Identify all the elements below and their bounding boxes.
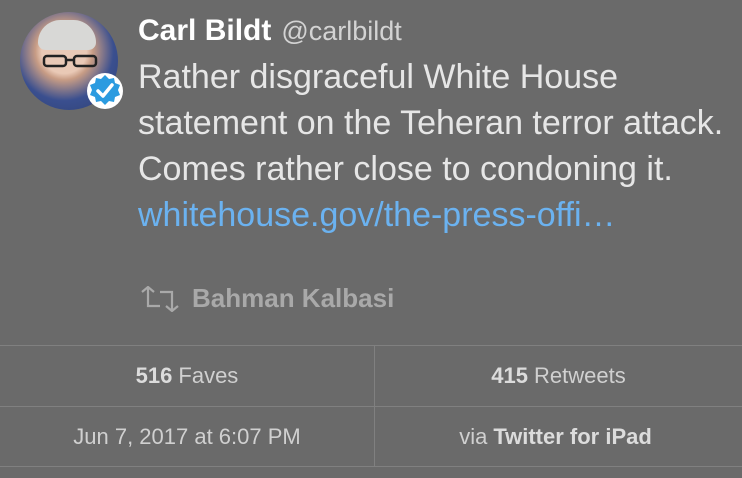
- retweets-stat[interactable]: 415 Retweets: [375, 346, 742, 406]
- via-prefix: via: [459, 423, 488, 449]
- avatar-glasses: [42, 54, 98, 68]
- tweet-header: Carl Bildt @carlbildt: [138, 14, 402, 48]
- retweets-label: Retweets: [534, 363, 626, 388]
- author-handle[interactable]: @carlbildt: [281, 16, 401, 47]
- tweet-body: Rather disgraceful White House statement…: [138, 58, 724, 188]
- faves-stat[interactable]: 516 Faves: [0, 346, 374, 406]
- verified-badge-icon: [87, 73, 123, 109]
- timestamp-text: Jun 7, 2017 at 6:07 PM: [73, 423, 301, 449]
- client-source[interactable]: via Twitter for iPad: [375, 407, 742, 466]
- tweet-link[interactable]: whitehouse.gov/the-press-offi…: [138, 196, 616, 234]
- retweeted-by[interactable]: Bahman Kalbasi: [138, 283, 394, 314]
- avatar-hair: [38, 20, 96, 50]
- timestamp: Jun 7, 2017 at 6:07 PM: [0, 407, 374, 466]
- faves-label: Faves: [178, 363, 239, 388]
- retweet-icon: [141, 285, 179, 312]
- retweeted-by-name: Bahman Kalbasi: [192, 283, 395, 313]
- faves-count: 516: [135, 363, 173, 388]
- retweets-count: 415: [491, 363, 528, 388]
- tweet-text: Rather disgraceful White House statement…: [138, 54, 728, 238]
- client-name: Twitter for iPad: [493, 423, 652, 449]
- divider: [0, 466, 742, 467]
- author-name[interactable]: Carl Bildt: [138, 14, 271, 48]
